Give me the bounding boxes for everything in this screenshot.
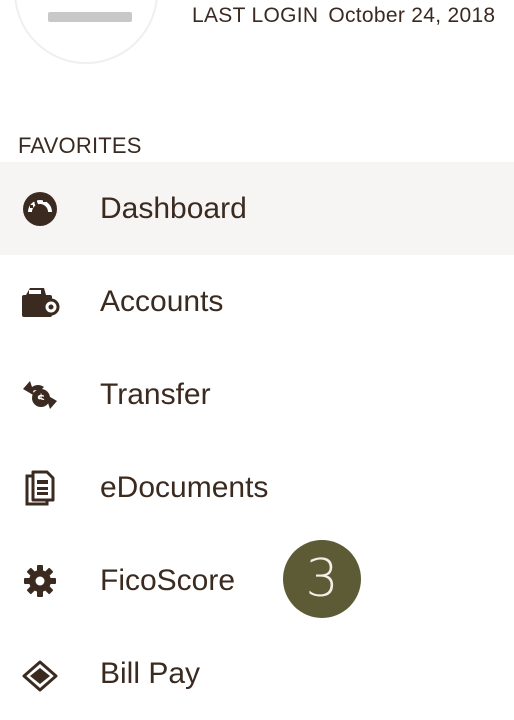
bill-icon (20, 654, 60, 694)
menu-item-bill-pay[interactable]: Bill Pay (0, 627, 514, 720)
menu-item-label: eDocuments (100, 470, 269, 504)
avatar-placeholder (48, 12, 132, 22)
favorites-heading: FAVORITES (18, 133, 142, 158)
menu-item-transfer[interactable]: $ Transfer (0, 348, 514, 441)
menu-item-accounts[interactable]: Accounts (0, 255, 514, 348)
dashboard-gauge-icon (20, 189, 60, 229)
menu-item-label: Dashboard (100, 191, 247, 225)
wallet-icon (20, 282, 60, 322)
avatar (14, 0, 158, 64)
menu-item-edocuments[interactable]: eDocuments (0, 441, 514, 534)
gear-icon (20, 561, 60, 601)
menu-item-label: Bill Pay (100, 656, 201, 690)
documents-icon (20, 468, 60, 508)
menu-item-label: Transfer (100, 377, 211, 411)
menu-item-dashboard[interactable]: Dashboard (0, 162, 514, 255)
menu-item-ficoscore[interactable]: FicoScore (0, 534, 514, 627)
annotation-badge: 3 (283, 540, 361, 618)
menu-item-label: FicoScore (100, 563, 236, 597)
last-login-value: October 24, 2018 (328, 4, 496, 27)
last-login-label: LAST LOGIN (192, 4, 319, 27)
last-login: LAST LOGIN October 24, 2018 (192, 4, 495, 28)
favorites-menu: Dashboard Accounts $ Transfer eDocuments… (0, 162, 514, 720)
transfer-arrows-icon: $ (20, 375, 60, 415)
menu-item-label: Accounts (100, 284, 224, 318)
